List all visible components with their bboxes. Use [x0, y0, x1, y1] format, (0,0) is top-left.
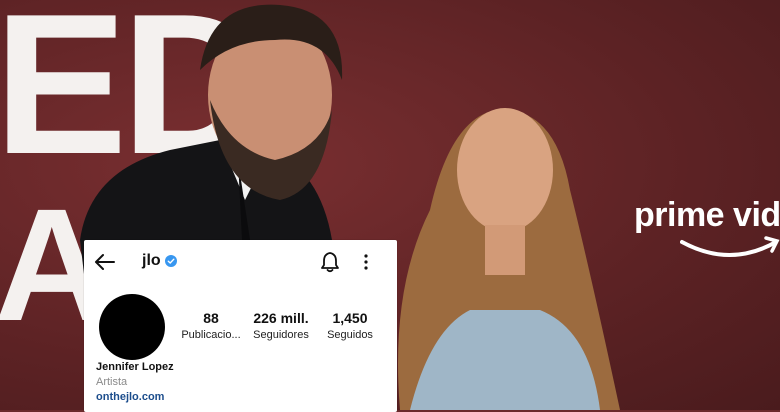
brand-logo-text: prime vid	[634, 196, 780, 234]
woman-figure	[398, 108, 620, 410]
profile-name: Jennifer Lopez	[96, 361, 174, 373]
following-stat[interactable]: 1,450 Seguidos	[322, 310, 378, 342]
verified-badge-icon	[164, 255, 177, 267]
profile-category: Artista	[96, 376, 128, 388]
brand-smile-icon	[680, 236, 780, 257]
arrow-left-icon[interactable]	[94, 252, 116, 272]
posts-count: 88	[203, 310, 219, 326]
posts-stat[interactable]: 88 Publicacio...	[180, 310, 242, 342]
profile-avatar[interactable]	[99, 294, 165, 360]
followers-count: 226 mill.	[253, 310, 309, 326]
more-vertical-icon[interactable]	[360, 252, 372, 272]
followers-stat[interactable]: 226 mill. Seguidores	[250, 310, 312, 342]
followers-label: Seguidores	[253, 329, 309, 341]
instagram-profile-card: jlo 88 Publicacio... 226 mill. Seguidore…	[84, 240, 397, 412]
following-count: 1,450	[332, 310, 368, 326]
profile-website-link[interactable]: onthejlo.com	[96, 391, 164, 403]
posts-label: Publicacio...	[181, 329, 241, 341]
profile-handle-row: jlo	[142, 252, 177, 270]
following-label: Seguidos	[327, 329, 373, 341]
bell-icon[interactable]	[320, 251, 340, 273]
profile-handle: jlo	[142, 252, 161, 269]
profile-header: jlo	[84, 240, 397, 284]
